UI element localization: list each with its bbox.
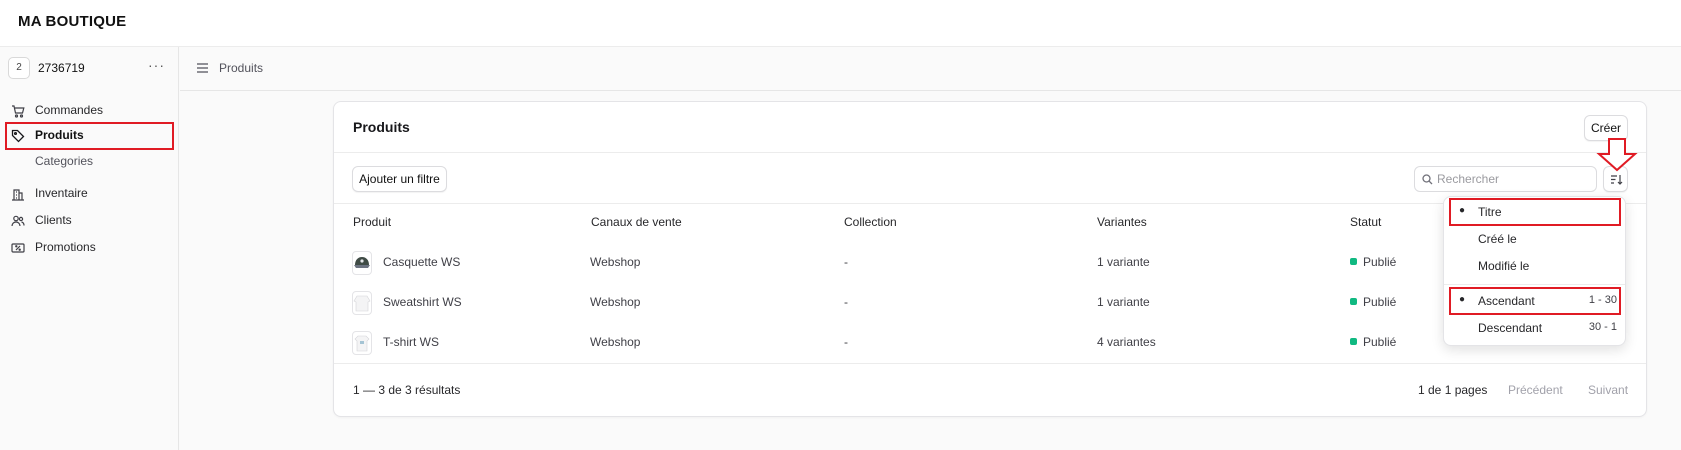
page-indicator: 1 de 1 pages: [1418, 383, 1488, 397]
divider: [334, 152, 1646, 153]
sidebar-nav: Commandes Produits Categories Inventaire…: [0, 97, 179, 261]
sort-order-descendant[interactable]: Descendant 30 - 1: [1451, 316, 1619, 340]
sidebar-item-label: Categories: [35, 154, 94, 168]
ticket-icon: [11, 243, 25, 253]
sidebar-item-categories[interactable]: Categories: [0, 148, 179, 174]
status-badge: Publié: [1350, 335, 1396, 349]
column-header-canaux[interactable]: Canaux de vente: [591, 215, 682, 229]
sort-icon: [1611, 175, 1623, 185]
column-header-collection[interactable]: Collection: [844, 215, 897, 229]
menu-icon[interactable]: [196, 62, 209, 74]
page-title: Produits: [353, 119, 410, 135]
building-icon: [12, 189, 24, 201]
sort-menu: ● Titre Créé le Modifié le ● Ascendant 1…: [1443, 196, 1626, 346]
sidebar-item-promotions[interactable]: Promotions: [0, 234, 179, 261]
store-name: 2736719: [38, 61, 85, 75]
cap-icon: [354, 257, 370, 268]
collection: -: [844, 335, 848, 349]
previous-page-button[interactable]: Précédent: [1508, 383, 1563, 397]
divider: [334, 363, 1646, 364]
sidebar-item-clients[interactable]: Clients: [0, 207, 179, 234]
status-badge: Publié: [1350, 255, 1396, 269]
sort-order-ascendant[interactable]: ● Ascendant 1 - 30: [1449, 287, 1621, 315]
users-icon: [11, 215, 25, 227]
variants: 1 variante: [1097, 295, 1150, 309]
column-header-produit[interactable]: Produit: [353, 215, 391, 229]
brand-logo[interactable]: MA BOUTIQUE: [18, 13, 126, 30]
sidebar-item-inventaire[interactable]: Inventaire: [0, 180, 179, 207]
status-dot: [1350, 258, 1357, 265]
next-page-button[interactable]: Suivant: [1588, 383, 1628, 397]
search-icon: [1422, 174, 1433, 185]
more-options-icon[interactable]: ···: [148, 57, 165, 73]
collection: -: [844, 295, 848, 309]
selected-bullet-icon: ●: [1459, 294, 1466, 305]
product-thumbnail: [352, 331, 372, 355]
add-filter-button[interactable]: Ajouter un filtre: [352, 166, 447, 192]
sweatshirt-icon: [353, 295, 371, 312]
sidebar-item-label: Produits: [35, 128, 84, 142]
variants: 1 variante: [1097, 255, 1150, 269]
sidebar-item-label: Inventaire: [35, 186, 88, 200]
divider: [1444, 284, 1625, 285]
status-dot: [1350, 338, 1357, 345]
sidebar-item-label: Promotions: [35, 240, 96, 254]
product-name[interactable]: Sweatshirt WS: [383, 295, 462, 309]
column-header-statut[interactable]: Statut: [1350, 215, 1381, 229]
sort-option-modifie-le[interactable]: Modifié le: [1451, 254, 1619, 278]
search-field[interactable]: [1414, 166, 1597, 192]
top-bar: MA BOUTIQUE: [0, 0, 1681, 47]
status-dot: [1350, 298, 1357, 305]
status-badge: Publié: [1350, 295, 1396, 309]
sidebar: 2 2736719 ··· Commandes Produits Categor…: [0, 47, 179, 450]
store-avatar: 2: [8, 57, 30, 79]
sidebar-item-label: Commandes: [35, 103, 104, 117]
annotation-arrow-icon: [1596, 138, 1638, 172]
breadcrumb-item[interactable]: Produits: [219, 61, 263, 75]
sales-channel: Webshop: [590, 295, 641, 309]
sidebar-item-commandes[interactable]: Commandes: [0, 97, 179, 124]
variants: 4 variantes: [1097, 335, 1156, 349]
breadcrumb: Produits: [180, 47, 1681, 91]
sales-channel: Webshop: [590, 255, 641, 269]
search-input[interactable]: [1437, 170, 1592, 188]
product-thumbnail: [352, 251, 372, 275]
cart-icon: [12, 105, 25, 118]
product-name[interactable]: T-shirt WS: [383, 335, 439, 349]
tag-icon: [11, 129, 25, 143]
sales-channel: Webshop: [590, 335, 641, 349]
sidebar-item-produits[interactable]: Produits: [5, 122, 174, 150]
tshirt-icon: [354, 335, 370, 352]
product-name[interactable]: Casquette WS: [383, 255, 460, 269]
store-switcher[interactable]: 2 2736719 ···: [8, 57, 166, 81]
collection: -: [844, 255, 848, 269]
sort-option-cree-le[interactable]: Créé le: [1451, 227, 1619, 251]
product-thumbnail: [352, 291, 372, 315]
selected-bullet-icon: ●: [1459, 205, 1466, 216]
column-header-variantes[interactable]: Variantes: [1097, 215, 1147, 229]
sidebar-item-label: Clients: [35, 213, 72, 227]
results-count: 1 — 3 de 3 résultats: [353, 383, 461, 397]
sort-option-titre[interactable]: ● Titre: [1449, 198, 1621, 226]
